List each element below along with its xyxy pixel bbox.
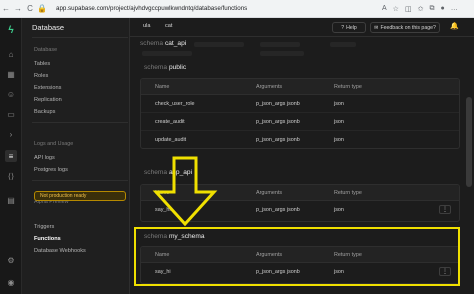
functions-table-public: Name Arguments Return type check_user_ro… <box>140 78 460 149</box>
scroll-thumb[interactable] <box>466 97 472 187</box>
function-name: check_user_role <box>155 101 195 107</box>
sidebar-divider <box>32 122 128 123</box>
sidebar-item-postgres-logs[interactable]: Postgres logs <box>34 167 68 173</box>
icon-rail: ϟ ⌂ ▦ ☺ ▭ › ≡ ⟨⟩ ▤ ⚙ ◉ <box>0 18 22 294</box>
sidebar-divider <box>32 180 128 181</box>
sidebar-item-replication[interactable]: Replication <box>34 97 62 103</box>
screen: ← → C 🔒 app.supabase.com/project/ajvhdvg… <box>0 0 474 294</box>
schema-title-public: schema public <box>144 64 186 71</box>
blurred-row <box>142 51 192 56</box>
sidebar-item-api-logs[interactable]: API logs <box>34 155 55 161</box>
database-icon[interactable]: ≡ <box>5 150 17 162</box>
sidebar-item-backups[interactable]: Backups <box>34 109 55 115</box>
schema-keyword: schema <box>144 64 168 71</box>
api-icon[interactable]: ⟨⟩ <box>5 170 17 182</box>
sidebar-group-logs: Logs and Usage <box>34 141 74 147</box>
schema-name: public <box>168 64 187 71</box>
not-production-ready-badge: Not production ready <box>34 191 126 201</box>
annotation-arrow-icon <box>152 156 218 227</box>
function-return-type: json <box>334 101 344 107</box>
annotation-highlight-box <box>134 227 460 286</box>
table-row[interactable]: create_audit p_json_args jsonb json <box>141 113 459 131</box>
column-return-type: Return type <box>334 190 362 196</box>
browser-address-bar: ← → C 🔒 app.supabase.com/project/ajvhdvg… <box>0 0 474 18</box>
top-bar: ula cat ? Help ✉ Feedback on this page? … <box>130 18 474 37</box>
feedback-icon: ✉ <box>374 24 379 31</box>
function-arguments: p_json_args jsonb <box>256 137 300 143</box>
sidebar-item-tables[interactable]: Tables <box>34 61 50 67</box>
translate-icon[interactable]: A <box>382 5 387 13</box>
more-options-button[interactable]: ⋮ <box>439 205 451 214</box>
schema-title-cat-api: schema cat_api <box>140 40 186 47</box>
collections-icon[interactable]: ⧉ <box>429 5 434 13</box>
sidebar-group-database: Database <box>34 47 58 53</box>
lock-icon: 🔒 <box>37 4 47 13</box>
menu-icon[interactable]: … <box>451 5 458 13</box>
back-icon[interactable]: ← <box>0 0 12 18</box>
blurred-row <box>330 42 356 47</box>
table-header: Name Arguments Return type <box>141 79 459 95</box>
favorites-icon[interactable]: ✩ <box>418 5 424 13</box>
star-icon[interactable]: ☆ <box>393 5 399 13</box>
feedback-label: Feedback on this page? <box>380 24 436 31</box>
browser-toolbar-icons: A ☆ ◫ ✩ ⧉ ● … <box>382 5 458 13</box>
function-return-type: json <box>334 137 344 143</box>
blurred-row <box>260 42 300 47</box>
sidebar-item-roles[interactable]: Roles <box>34 73 48 79</box>
reports-icon[interactable]: ▤ <box>5 194 17 206</box>
function-arguments: p_json_args jsonb <box>256 119 300 125</box>
reload-icon[interactable]: C <box>24 0 36 18</box>
storage-icon[interactable]: ▭ <box>5 108 17 120</box>
settings-icon[interactable]: ⚙ <box>5 254 17 266</box>
auth-icon[interactable]: ☺ <box>5 88 17 100</box>
help-button[interactable]: ? Help <box>332 22 366 33</box>
column-arguments: Arguments <box>256 84 283 90</box>
blurred-row <box>194 42 244 47</box>
table-editor-icon[interactable]: ▦ <box>5 68 17 80</box>
help-label: Help <box>346 24 357 31</box>
supabase-logo-icon[interactable]: ϟ <box>5 24 17 36</box>
feedback-button[interactable]: ✉ Feedback on this page? <box>370 22 440 33</box>
sql-editor-icon[interactable]: › <box>5 128 17 140</box>
blurred-row <box>260 51 304 56</box>
url-field[interactable]: app.supabase.com/project/ajvhdvgccpuwlkw… <box>52 3 352 15</box>
sidebar-item-triggers[interactable]: Triggers <box>34 224 54 230</box>
breadcrumb-org[interactable]: ula <box>143 23 150 29</box>
home-icon[interactable]: ⌂ <box>5 48 17 60</box>
column-arguments: Arguments <box>256 190 283 196</box>
forward-icon[interactable]: → <box>12 0 24 18</box>
function-arguments: p_json_args jsonb <box>256 207 300 213</box>
function-name: update_audit <box>155 137 187 143</box>
split-icon[interactable]: ◫ <box>405 5 412 13</box>
sidebar-item-extensions[interactable]: Extensions <box>34 85 61 91</box>
function-return-type: json <box>334 119 344 125</box>
function-name: create_audit <box>155 119 185 125</box>
notifications-icon[interactable]: 🔔 <box>450 22 459 30</box>
sidebar-title: Database <box>32 23 65 32</box>
breadcrumb-project[interactable]: cat <box>165 23 172 29</box>
table-row[interactable]: check_user_role p_json_args jsonb json <box>141 95 459 113</box>
schema-keyword: schema <box>140 40 164 47</box>
help-icon: ? <box>341 24 345 31</box>
schema-name: cat_api <box>164 40 187 47</box>
function-return-type: json <box>334 207 344 213</box>
sidebar-item-webhooks[interactable]: Database Webhooks <box>34 248 86 254</box>
column-return-type: Return type <box>334 84 362 90</box>
sidebar-item-functions[interactable]: Functions <box>34 236 61 242</box>
scrollbar[interactable] <box>464 37 474 294</box>
profile-icon[interactable]: ● <box>440 5 444 13</box>
user-icon[interactable]: ◉ <box>5 276 17 288</box>
column-name: Name <box>155 84 170 90</box>
function-arguments: p_json_args jsonb <box>256 101 300 107</box>
table-row[interactable]: update_audit p_json_args jsonb json <box>141 131 459 148</box>
database-sidebar: Database Database Tables Roles Extension… <box>22 18 130 294</box>
